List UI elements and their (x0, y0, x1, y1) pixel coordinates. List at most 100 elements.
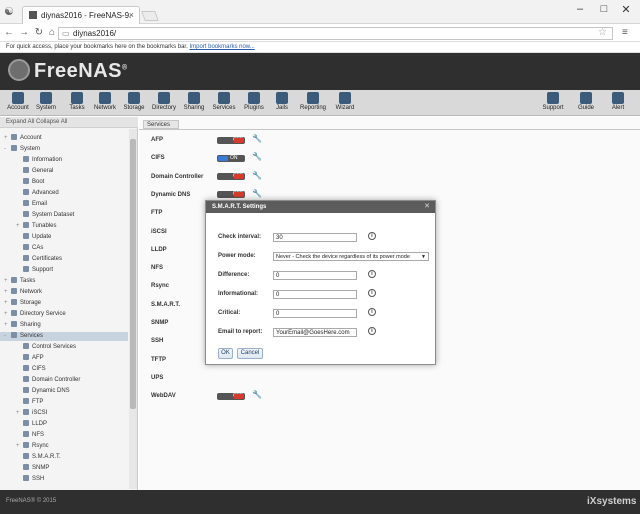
tree-item-sharing[interactable]: + Sharing (0, 321, 41, 330)
tree-item-update[interactable]: Update (0, 233, 51, 242)
expander-icon[interactable]: - (4, 332, 10, 341)
tree-item-tasks[interactable]: + Tasks (0, 277, 35, 286)
toolbar-services[interactable]: Services (210, 92, 238, 111)
wrench-icon[interactable]: 🔧 (252, 171, 262, 180)
tab-services[interactable]: Services (143, 120, 179, 129)
expander-icon[interactable]: + (16, 409, 22, 418)
toolbar-directory[interactable]: Directory (150, 92, 178, 111)
service-toggle-dynamic-dns[interactable]: OFF (217, 191, 245, 199)
toolbar-support[interactable]: Support (539, 92, 567, 111)
service-toggle-webdav[interactable]: OFF (217, 392, 245, 400)
browser-tab[interactable]: diynas2016 - FreeNAS-9. × (22, 6, 140, 24)
url-input[interactable]: ▭ diynas2016/ (58, 27, 613, 40)
toolbar-system[interactable]: System (32, 92, 60, 111)
back-icon[interactable]: ← (3, 27, 15, 38)
tree-item-account[interactable]: + Account (0, 134, 42, 143)
tree-item-domain-controller[interactable]: Domain Controller (0, 376, 80, 385)
maximize-icon[interactable]: □ (594, 3, 614, 15)
power-mode-select[interactable]: Never - Check the device regardless of i… (273, 252, 429, 261)
informational-help-icon[interactable]: i (368, 289, 376, 297)
minimize-icon[interactable]: – (570, 3, 590, 15)
service-toggle-domain-controller[interactable]: OFF (217, 173, 245, 181)
critical-input[interactable]: 0 (273, 309, 357, 318)
tree-scrollbar[interactable] (129, 129, 137, 489)
difference-input[interactable]: 0 (273, 271, 357, 280)
tree-item-snmp[interactable]: SNMP (0, 464, 49, 473)
tree-item-cas[interactable]: CAs (0, 244, 43, 253)
tree-item-network[interactable]: + Network (0, 288, 42, 297)
tree-item-system[interactable]: - System (0, 145, 40, 154)
close-tab-icon[interactable]: × (129, 10, 134, 20)
tree-scroll-thumb[interactable] (130, 139, 136, 409)
toolbar-network[interactable]: Network (91, 92, 119, 111)
email-help-icon[interactable]: i (368, 327, 376, 335)
home-icon[interactable]: ⌂ (46, 27, 58, 38)
cancel-button[interactable]: Cancel (237, 348, 263, 359)
expander-icon[interactable]: + (4, 299, 10, 308)
tree-item-directory-service[interactable]: + Directory Service (0, 310, 66, 319)
close-window-icon[interactable]: ✕ (616, 3, 636, 16)
tree-item-information[interactable]: Information (0, 156, 62, 165)
tree-item-storage[interactable]: + Storage (0, 299, 41, 308)
toolbar-account[interactable]: Account (4, 92, 32, 111)
wrench-icon[interactable]: 🔧 (252, 390, 262, 399)
bookmark-star-icon[interactable]: ☆ (598, 27, 607, 38)
expander-icon[interactable]: + (4, 277, 10, 286)
tree-item-dynamic-dns[interactable]: Dynamic DNS (0, 387, 70, 396)
email-input[interactable]: YourEmail@GoesHere.com (273, 328, 357, 337)
toolbar-jails[interactable]: Jails (268, 92, 296, 111)
expander-icon[interactable]: + (4, 288, 10, 297)
tree-item-boot[interactable]: Boot (0, 178, 44, 187)
new-tab-button[interactable] (141, 11, 159, 21)
tree-item-services[interactable]: - Services (0, 332, 128, 341)
import-bookmarks-link[interactable]: Import bookmarks now... (189, 44, 254, 50)
tree-item-ftp[interactable]: FTP (0, 398, 43, 407)
expander-icon[interactable]: + (4, 310, 10, 319)
tree-item-s-m-a-r-t[interactable]: S.M.A.R.T. (0, 453, 61, 462)
tree-item-control-services[interactable]: Control Services (0, 343, 76, 352)
tree-item-rsync[interactable]: + Rsync (0, 442, 49, 451)
ok-button[interactable]: OK (218, 348, 233, 359)
check-interval-help-icon[interactable]: i (368, 232, 376, 240)
toolbar-reporting[interactable]: Reporting (299, 92, 327, 111)
toolbar-wizard[interactable]: Wizard (331, 92, 359, 111)
expander-icon[interactable]: - (4, 145, 10, 154)
reload-icon[interactable]: ↻ (33, 27, 45, 38)
tree-item-tunables[interactable]: + Tunables (0, 222, 56, 231)
tree-item-cifs[interactable]: CIFS (0, 365, 46, 374)
dialog-close-icon[interactable]: ✕ (423, 203, 431, 211)
tree-item-nfs[interactable]: NFS (0, 431, 44, 440)
expander-icon[interactable]: + (4, 134, 10, 143)
tree-item-iscsi[interactable]: + iSCSI (0, 409, 47, 418)
check-interval-input[interactable]: 30 (273, 233, 357, 242)
menu-icon[interactable]: ≡ (622, 27, 628, 38)
profile-icon[interactable]: ☯ (4, 5, 18, 19)
service-toggle-cifs[interactable]: ON (217, 154, 245, 162)
critical-help-icon[interactable]: i (368, 308, 376, 316)
toolbar-alert[interactable]: Alert (604, 92, 632, 111)
tree-item-system-dataset[interactable]: System Dataset (0, 211, 74, 220)
forward-icon[interactable]: → (18, 27, 30, 38)
tree-item-general[interactable]: General (0, 167, 53, 176)
toolbar-plugins[interactable]: Plugins (240, 92, 268, 111)
expander-icon[interactable]: + (4, 321, 10, 330)
toolbar-tasks[interactable]: Tasks (63, 92, 91, 111)
wrench-icon[interactable]: 🔧 (252, 134, 262, 143)
toolbar-storage[interactable]: Storage (120, 92, 148, 111)
expander-icon[interactable]: + (16, 222, 22, 231)
expander-icon[interactable]: + (16, 442, 22, 451)
tree-item-email[interactable]: Email (0, 200, 47, 209)
toolbar-sharing[interactable]: Sharing (180, 92, 208, 111)
wrench-icon[interactable]: 🔧 (252, 189, 262, 198)
toolbar-guide[interactable]: Guide (572, 92, 600, 111)
tree-item-certificates[interactable]: Certificates (0, 255, 62, 264)
tree-expand-collapse[interactable]: Expand All Collapse All (0, 117, 138, 128)
tree-item-lldp[interactable]: LLDP (0, 420, 47, 429)
wrench-icon[interactable]: 🔧 (252, 152, 262, 161)
tree-item-afp[interactable]: AFP (0, 354, 44, 363)
service-toggle-afp[interactable]: OFF (217, 136, 245, 144)
informational-input[interactable]: 0 (273, 290, 357, 299)
tree-item-advanced[interactable]: Advanced (0, 189, 59, 198)
tree-item-ssh[interactable]: SSH (0, 475, 44, 484)
tree-item-support[interactable]: Support (0, 266, 53, 275)
